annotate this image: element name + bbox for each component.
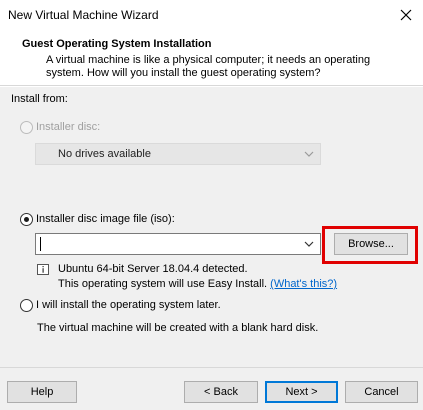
close-icon (400, 9, 412, 21)
install-later-label: I will install the operating system late… (36, 299, 221, 311)
installer-disc-dropdown[interactable]: No drives available (35, 143, 321, 165)
whats-this-link[interactable]: (What's this?) (270, 278, 337, 290)
title-bar: New Virtual Machine Wizard (0, 0, 423, 30)
installer-disc-dropdown-value: No drives available (58, 148, 151, 160)
installer-disc-radio[interactable] (20, 121, 33, 134)
install-later-description: The virtual machine will be created with… (37, 322, 319, 334)
close-button[interactable] (389, 0, 423, 30)
wizard-footer: Help < Back Next > Cancel (0, 367, 423, 410)
installer-disc-label: Installer disc: (36, 121, 101, 133)
install-later-radio[interactable] (20, 299, 33, 312)
header-description: A virtual machine is like a physical com… (46, 54, 371, 79)
detected-os-text: Ubuntu 64-bit Server 18.04.4 detected. (58, 263, 248, 275)
back-button[interactable]: < Back (184, 381, 258, 403)
wizard-body: Install from: Installer disc: No drives … (0, 87, 423, 367)
wizard-header: Guest Operating System Installation A vi… (0, 30, 423, 86)
easy-install-text: This operating system will use Easy Inst… (58, 278, 337, 290)
chevron-down-icon[interactable] (304, 239, 314, 249)
iso-path-input[interactable] (35, 233, 321, 255)
browse-button[interactable]: Browse... (334, 233, 408, 255)
info-icon (37, 264, 49, 275)
chevron-down-icon (304, 151, 314, 157)
header-title: Guest Operating System Installation (22, 38, 212, 50)
cancel-button[interactable]: Cancel (345, 381, 418, 403)
install-from-label: Install from: (11, 93, 68, 105)
easy-install-message: This operating system will use Easy Inst… (58, 278, 268, 290)
iso-radio[interactable] (20, 213, 33, 226)
next-button[interactable]: Next > (265, 381, 338, 403)
iso-label: Installer disc image file (iso): (36, 213, 175, 225)
text-caret (40, 237, 41, 251)
help-button[interactable]: Help (7, 381, 77, 403)
window-title: New Virtual Machine Wizard (8, 8, 159, 22)
